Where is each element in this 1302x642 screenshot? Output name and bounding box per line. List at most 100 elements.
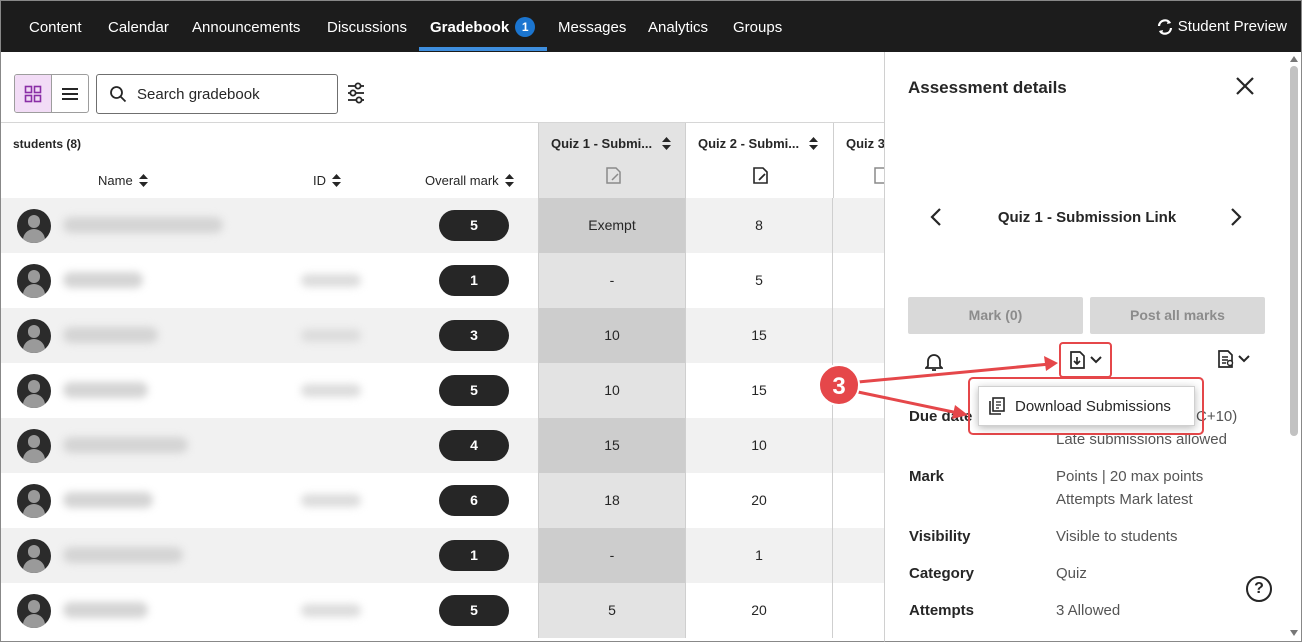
download-menu-button[interactable] bbox=[1059, 342, 1112, 378]
nav-calendar[interactable]: Calendar bbox=[108, 1, 169, 53]
grid-view-button[interactable] bbox=[15, 75, 52, 112]
avatar bbox=[17, 539, 51, 573]
search-input[interactable] bbox=[137, 85, 327, 103]
assignment-document-icon bbox=[606, 167, 621, 184]
column-overall-label: Overall mark bbox=[425, 173, 499, 188]
overall-mark-pill[interactable]: 1 bbox=[439, 540, 509, 571]
quiz-1-cell[interactable]: 15 bbox=[538, 418, 685, 473]
table-row[interactable]: 1 - 1 bbox=[1, 528, 884, 583]
quiz-2-cell[interactable]: 5 bbox=[685, 253, 833, 308]
table-row[interactable]: 5 Exempt 8 bbox=[1, 198, 884, 253]
assignment-document-icon bbox=[874, 167, 884, 184]
quiz-2-cell[interactable]: 1 bbox=[685, 528, 833, 583]
nav-gradebook[interactable]: Gradebook 1 bbox=[430, 1, 536, 53]
sort-icon bbox=[332, 174, 341, 187]
avatar bbox=[17, 374, 51, 408]
report-menu-button[interactable] bbox=[1218, 350, 1250, 368]
copy-document-icon bbox=[989, 397, 1005, 415]
nav-content[interactable]: Content bbox=[29, 1, 82, 53]
column-header-quiz-3[interactable]: Quiz 3 bbox=[833, 123, 884, 199]
scroll-down-arrow[interactable] bbox=[1290, 630, 1298, 636]
quiz-2-cell[interactable]: 15 bbox=[685, 363, 833, 418]
quiz-1-cell[interactable]: 10 bbox=[538, 363, 685, 418]
quiz-1-cell[interactable]: - bbox=[538, 528, 685, 583]
chevron-left-icon[interactable] bbox=[930, 208, 942, 226]
quiz-1-cell[interactable]: 18 bbox=[538, 473, 685, 528]
nav-messages[interactable]: Messages bbox=[558, 1, 626, 53]
visibility-label: Visibility bbox=[909, 528, 971, 545]
column-header-id[interactable]: ID bbox=[313, 173, 341, 188]
quiz-1-cell[interactable]: 5 bbox=[538, 583, 685, 638]
column-id-label: ID bbox=[313, 173, 326, 188]
attempts-label: Attempts bbox=[909, 602, 975, 619]
assessment-name: Quiz 1 - Submission Link bbox=[997, 209, 1177, 226]
filter-sliders-icon[interactable] bbox=[346, 82, 366, 104]
report-document-icon bbox=[1218, 350, 1234, 368]
overall-mark-pill[interactable]: 4 bbox=[439, 430, 509, 461]
list-icon bbox=[61, 87, 78, 100]
help-icon[interactable]: ? bbox=[1246, 576, 1272, 602]
search-box bbox=[96, 74, 338, 114]
post-all-marks-button[interactable]: Post all marks bbox=[1090, 297, 1265, 334]
quiz-2-cell[interactable]: 15 bbox=[685, 308, 833, 363]
download-submissions-label: Download Submissions bbox=[1015, 397, 1171, 415]
table-row[interactable]: 3 10 15 bbox=[1, 308, 884, 363]
student-name-redacted bbox=[63, 327, 158, 343]
table-row[interactable]: 1 - 5 bbox=[1, 253, 884, 308]
column-header-overall-mark[interactable]: Overall mark bbox=[425, 173, 514, 188]
avatar bbox=[17, 319, 51, 353]
panel-scrollbar[interactable] bbox=[1290, 66, 1298, 436]
due-date-label: Due date bbox=[909, 408, 973, 425]
mark-label: Mark bbox=[909, 468, 945, 485]
sort-icon bbox=[662, 137, 672, 150]
download-document-icon bbox=[1069, 351, 1085, 369]
quiz-2-label: Quiz 2 - Submi... bbox=[698, 136, 800, 151]
view-toggle bbox=[14, 74, 89, 113]
column-header-quiz-2[interactable]: Quiz 2 - Submi... bbox=[685, 123, 833, 199]
table-row[interactable]: 6 18 20 bbox=[1, 473, 884, 528]
mark-value-attempts: Attempts Mark latest bbox=[1056, 491, 1193, 508]
table-row[interactable]: 4 15 10 bbox=[1, 418, 884, 473]
column-header-name[interactable]: Name bbox=[98, 173, 148, 188]
quiz-1-title: Quiz 1 - Submi... bbox=[551, 136, 672, 151]
download-submissions-menu-item[interactable]: Download Submissions bbox=[978, 386, 1195, 426]
bell-icon[interactable] bbox=[925, 352, 943, 372]
table-row[interactable]: 5 10 15 bbox=[1, 363, 884, 418]
assessment-details-panel: Assessment details Quiz 1 - Submission L… bbox=[884, 52, 1302, 642]
grid-header: students (8) Name ID Overall mark Quiz 1… bbox=[1, 122, 884, 199]
quiz-1-cell[interactable]: - bbox=[538, 253, 685, 308]
overall-mark-pill[interactable]: 5 bbox=[439, 375, 509, 406]
chevron-right-icon[interactable] bbox=[1230, 208, 1242, 226]
top-navigation: Content Calendar Announcements Discussio… bbox=[0, 0, 1302, 52]
close-icon[interactable] bbox=[1235, 76, 1255, 96]
sort-icon bbox=[138, 174, 148, 187]
step-number-badge: 3 bbox=[818, 364, 860, 406]
mark-button[interactable]: Mark (0) bbox=[908, 297, 1083, 334]
nav-announcements[interactable]: Announcements bbox=[192, 1, 300, 53]
student-name-redacted bbox=[63, 382, 148, 398]
overall-mark-pill[interactable]: 5 bbox=[439, 595, 509, 626]
column-header-quiz-1[interactable]: Quiz 1 - Submi... bbox=[538, 123, 685, 199]
nav-discussions[interactable]: Discussions bbox=[327, 1, 407, 53]
student-id-redacted bbox=[301, 384, 361, 397]
overall-mark-pill[interactable]: 3 bbox=[439, 320, 509, 351]
quiz-2-cell[interactable]: 20 bbox=[685, 583, 833, 638]
list-view-button[interactable] bbox=[52, 75, 89, 112]
quiz-2-cell[interactable]: 8 bbox=[685, 198, 833, 253]
overall-mark-pill[interactable]: 6 bbox=[439, 485, 509, 516]
quiz-2-title: Quiz 2 - Submi... bbox=[698, 136, 819, 151]
scroll-up-arrow[interactable] bbox=[1290, 56, 1298, 62]
nav-analytics[interactable]: Analytics bbox=[648, 1, 708, 53]
overall-mark-pill[interactable]: 1 bbox=[439, 265, 509, 296]
students-count: students (8) bbox=[13, 137, 82, 151]
avatar bbox=[17, 264, 51, 298]
overall-mark-pill[interactable]: 5 bbox=[439, 210, 509, 241]
nav-groups[interactable]: Groups bbox=[733, 1, 782, 53]
quiz-2-cell[interactable]: 10 bbox=[685, 418, 833, 473]
table-row[interactable]: 5 5 20 bbox=[1, 583, 884, 638]
quiz-1-cell[interactable]: 10 bbox=[538, 308, 685, 363]
quiz-2-cell[interactable]: 20 bbox=[685, 473, 833, 528]
nav-gradebook-label: Gradebook bbox=[430, 19, 510, 36]
student-preview-button[interactable]: Student Preview bbox=[1156, 1, 1287, 53]
quiz-1-cell[interactable]: Exempt bbox=[538, 198, 685, 253]
